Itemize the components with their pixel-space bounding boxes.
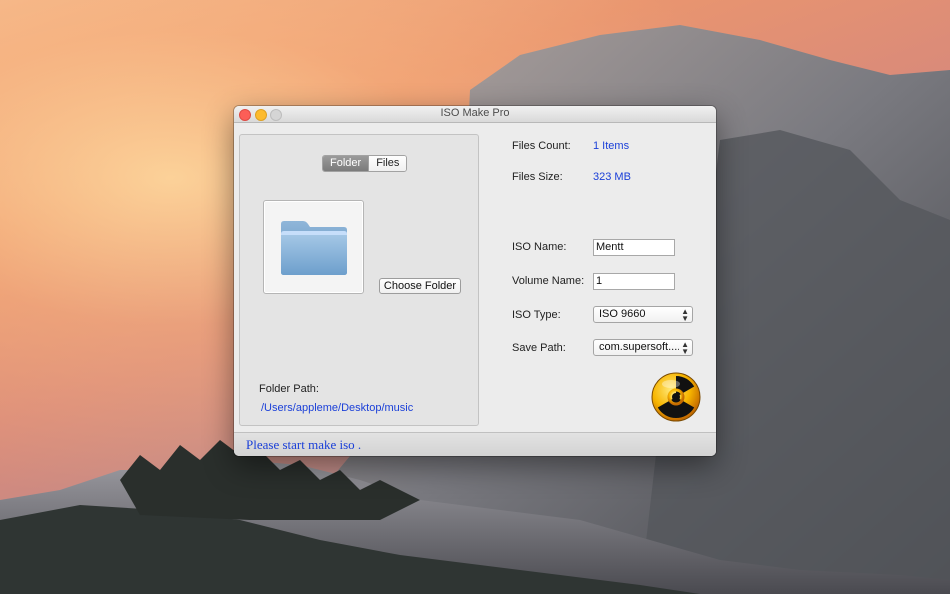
- iso-type-label: ISO Type:: [512, 309, 561, 321]
- title-bar[interactable]: ISO Make Pro: [234, 106, 716, 123]
- tab-folder[interactable]: Folder: [323, 156, 369, 171]
- files-count-value: 1 Items: [593, 140, 630, 152]
- folder-path-value: /Users/appleme/Desktop/music: [261, 402, 414, 414]
- tab-files[interactable]: Files: [368, 156, 407, 171]
- files-size-value: 323 MB: [593, 171, 631, 183]
- updown-arrows-icon: ▲ ▼: [681, 307, 689, 323]
- volume-name-field[interactable]: 1: [593, 273, 675, 290]
- save-path-value: com.supersoft....: [599, 341, 679, 353]
- choose-folder-button[interactable]: Choose Folder: [379, 278, 461, 294]
- save-path-select[interactable]: com.supersoft.... ▲ ▼: [593, 339, 693, 356]
- save-path-label: Save Path:: [512, 342, 566, 354]
- folder-path-label: Folder Path:: [259, 383, 319, 395]
- source-tab-selector: Folder Files: [322, 155, 408, 172]
- iso-name-label: ISO Name:: [512, 241, 567, 253]
- files-count-label: Files Count:: [512, 140, 571, 152]
- iso-name-field[interactable]: Mentt: [593, 239, 675, 256]
- files-size-label: Files Size:: [512, 171, 563, 183]
- iso-type-value: ISO 9660: [599, 308, 646, 320]
- window-title: ISO Make Pro: [440, 107, 510, 119]
- source-tab-panel: Folder Files Choose Folder Folder Path: …: [239, 134, 479, 426]
- radiation-icon[interactable]: [650, 371, 702, 423]
- app-window: ISO Make Pro Folder Files Choose Folder …: [234, 106, 716, 456]
- folder-icon: [281, 221, 347, 275]
- status-bar: Please start make iso .: [234, 432, 716, 456]
- iso-type-select[interactable]: ISO 9660 ▲ ▼: [593, 306, 693, 323]
- folder-drop-well[interactable]: [263, 200, 364, 294]
- updown-arrows-icon: ▲ ▼: [681, 340, 689, 356]
- volume-name-label: Volume Name:: [512, 275, 585, 287]
- status-text: Please start make iso .: [246, 437, 362, 452]
